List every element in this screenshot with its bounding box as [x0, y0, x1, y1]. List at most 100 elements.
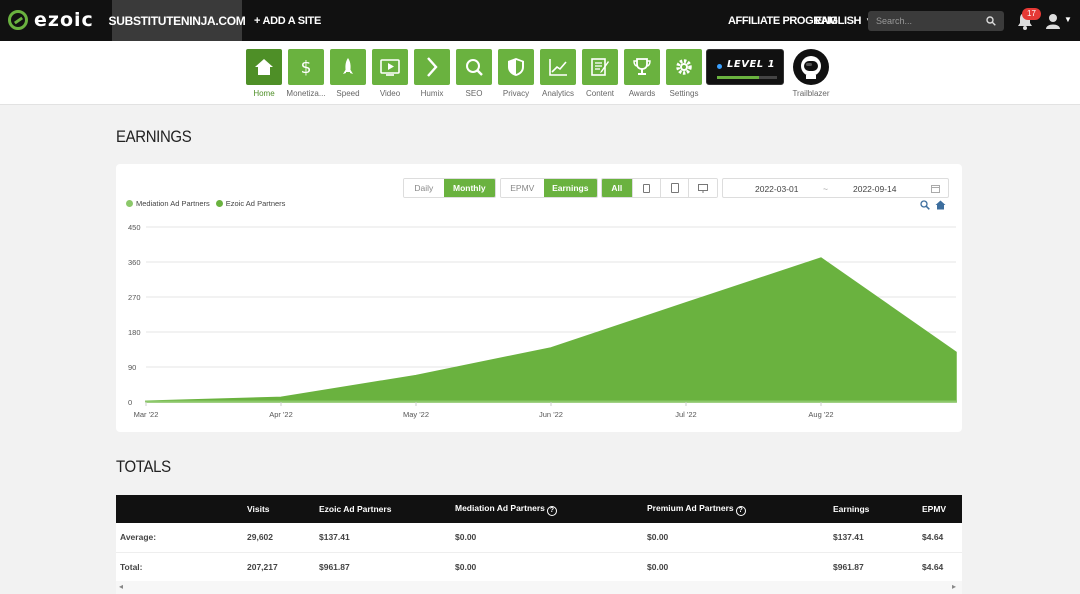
nav-label: Video: [379, 89, 401, 98]
header-epmv[interactable]: EPMV: [918, 495, 962, 523]
language-selector[interactable]: ENGLISH ▼: [815, 0, 873, 41]
header-mediation[interactable]: Mediation Ad Partners?: [451, 495, 643, 523]
cell-ezoic: $961.87: [315, 552, 451, 582]
scroll-left-icon[interactable]: ◂: [119, 582, 123, 591]
table-row: Average: 29,602 $137.41 $0.00 $0.00 $137…: [116, 523, 962, 553]
y-tick-label: 180: [128, 328, 141, 337]
trailblazer-badge[interactable]: Trailblazer: [790, 49, 832, 98]
nav-privacy[interactable]: Privacy: [495, 49, 537, 98]
y-tick-label: 360: [128, 258, 141, 267]
nav-seo[interactable]: SEO: [453, 49, 495, 98]
nav-label: Monetiza...: [286, 89, 326, 98]
y-tick-label: 270: [128, 293, 141, 302]
line-chart-icon: [549, 59, 567, 76]
earnings-button[interactable]: Earnings: [543, 179, 597, 197]
daily-button[interactable]: Daily: [404, 179, 444, 197]
nav-humix[interactable]: Humix: [411, 49, 453, 98]
date-range-input[interactable]: 2022-03-01 ~ 2022-09-14: [722, 178, 949, 198]
y-tick-label: 450: [128, 223, 141, 232]
chevron-icon: [427, 57, 438, 77]
nav-label: Home: [253, 89, 275, 98]
cell-mediation: $0.00: [451, 552, 643, 582]
shield-icon: [508, 58, 524, 76]
cell-premium: $0.00: [643, 523, 829, 553]
x-tick-label: May '22: [403, 410, 429, 419]
rocket-icon: [343, 58, 353, 74]
period-toggle: Daily Monthly: [403, 178, 496, 198]
device-all-button[interactable]: All: [602, 179, 632, 197]
add-site-link[interactable]: + ADD A SITE: [254, 0, 321, 41]
nav-content[interactable]: Content: [579, 49, 621, 98]
mobile-icon: [643, 183, 651, 193]
main-nav: Home $ Monetiza... Speed Video Humix SEO…: [0, 41, 1080, 105]
help-icon[interactable]: ?: [546, 505, 557, 516]
edit-icon: [591, 58, 609, 76]
legend-swatch: [215, 200, 223, 207]
search-placeholder: Search...: [876, 16, 913, 26]
tablet-button[interactable]: [660, 179, 689, 197]
level-progress-fill: [717, 76, 759, 79]
svg-text:$: $: [301, 58, 312, 78]
user-avatar-icon[interactable]: [1045, 12, 1061, 30]
nav-awards[interactable]: Awards: [621, 49, 663, 98]
zoom-icon[interactable]: [920, 200, 930, 210]
legend-label: Ezoic Ad Partners: [225, 199, 286, 208]
language-label: ENGLISH: [815, 14, 862, 27]
cell-premium: $0.00: [643, 552, 829, 582]
row-label: Average:: [116, 523, 243, 553]
user-menu-caret-icon[interactable]: ▼: [1064, 15, 1072, 24]
x-tick-label: Jul '22: [675, 410, 696, 419]
nav-label: Awards: [628, 89, 656, 98]
notification-count-badge: 17: [1022, 8, 1041, 20]
help-icon[interactable]: ?: [735, 505, 746, 516]
desktop-button[interactable]: [688, 179, 717, 197]
ezoic-logo-icon: [8, 10, 28, 30]
legend-item-ezoic[interactable]: Ezoic Ad Partners: [215, 199, 286, 208]
x-tick-label: Aug '22: [808, 410, 833, 419]
horizontal-scrollbar[interactable]: ◂ ▸: [116, 581, 962, 594]
nav-video[interactable]: Video: [369, 49, 411, 98]
header-earnings[interactable]: Earnings: [829, 495, 918, 523]
scroll-right-icon[interactable]: ▸: [952, 582, 956, 591]
date-to: 2022-09-14: [853, 184, 897, 194]
nav-settings[interactable]: Settings: [663, 49, 705, 98]
cell-visits: 207,217: [243, 552, 315, 582]
series-area-ezoic: [145, 257, 957, 403]
nav-label: Analytics: [541, 89, 574, 98]
chart-legend: Mediation Ad Partners Ezoic Ad Partners: [126, 199, 291, 208]
top-bar: ezoic SUBSTITUTENINJA.COM + ADD A SITE A…: [0, 0, 1080, 41]
cell-earnings: $137.41: [829, 523, 918, 553]
desktop-icon: [698, 183, 709, 193]
trailblazer-label: Trailblazer: [792, 89, 830, 98]
level-label: LEVEL 1: [727, 59, 776, 70]
legend-item-mediation[interactable]: Mediation Ad Partners: [126, 199, 210, 208]
nav-monetization[interactable]: $ Monetiza...: [285, 49, 327, 98]
totals-title: TOTALS: [116, 457, 171, 476]
device-toggle: All: [601, 178, 718, 198]
reset-home-icon[interactable]: [935, 200, 946, 210]
earnings-title: EARNINGS: [116, 127, 192, 146]
site-selector[interactable]: SUBSTITUTENINJA.COM: [109, 0, 246, 41]
mobile-button[interactable]: [631, 179, 661, 197]
trophy-icon: [633, 58, 651, 75]
nav-label: Privacy: [502, 89, 530, 98]
nav-speed[interactable]: Speed: [327, 49, 369, 98]
date-separator: ~: [823, 184, 828, 194]
epmv-button[interactable]: EPMV: [501, 179, 544, 197]
ezoic-logo[interactable]: ezoic: [8, 9, 94, 31]
nav-home[interactable]: Home: [243, 49, 285, 98]
nav-label: Humix: [420, 89, 444, 98]
metric-toggle: EPMV Earnings: [500, 178, 598, 198]
monthly-button[interactable]: Monthly: [443, 179, 495, 197]
play-icon: [380, 59, 400, 76]
header-premium[interactable]: Premium Ad Partners?: [643, 495, 829, 523]
chart-tools: [920, 200, 946, 210]
y-tick-label: 0: [128, 398, 132, 407]
cell-mediation: $0.00: [451, 523, 643, 553]
header-ezoic[interactable]: Ezoic Ad Partners: [315, 495, 451, 523]
header-visits[interactable]: Visits: [243, 495, 315, 523]
nav-analytics[interactable]: Analytics: [537, 49, 579, 98]
search-input[interactable]: Search...: [868, 11, 1004, 31]
level-progress-bar: [717, 76, 777, 79]
level-badge[interactable]: LEVEL 1: [706, 49, 784, 85]
